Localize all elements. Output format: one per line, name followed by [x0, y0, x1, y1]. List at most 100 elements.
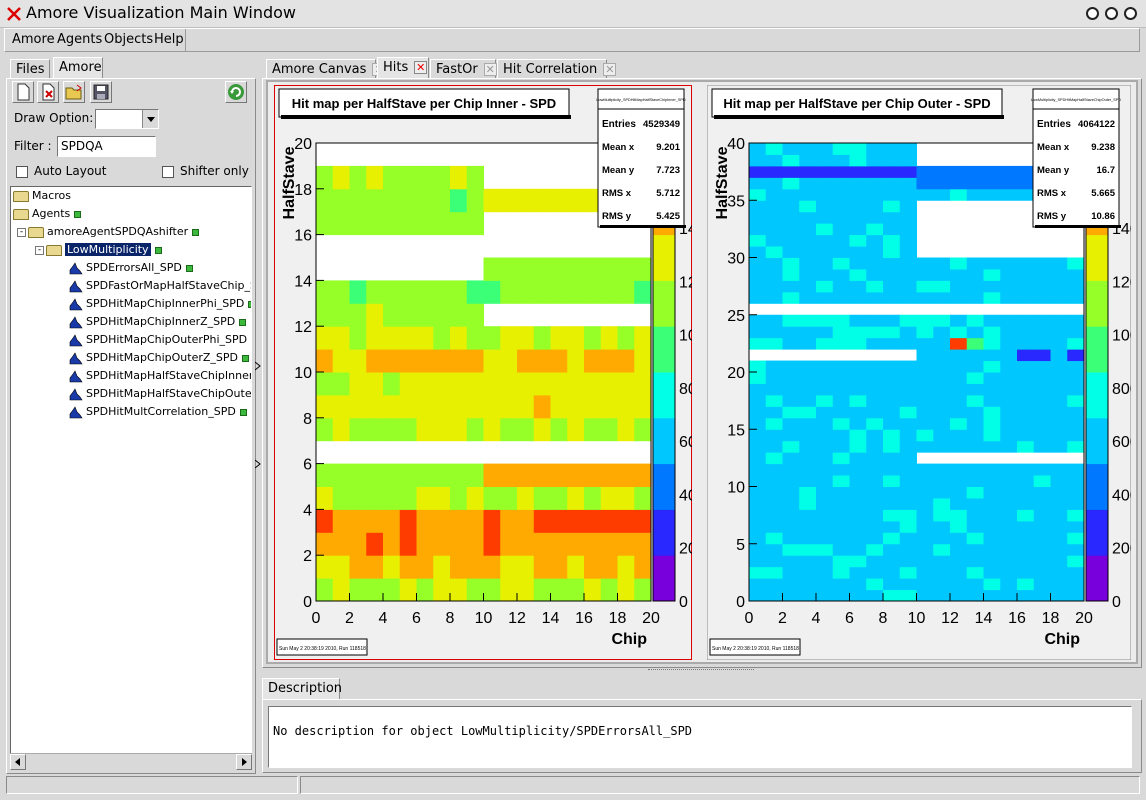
tab-hits[interactable]: Hits ✕ [377, 57, 429, 79]
tree-item[interactable]: SPDHitMapChipInnerZ_SPD [11, 313, 251, 331]
close-tab-icon[interactable]: ✕ [603, 63, 617, 76]
collapse-icon[interactable]: - [35, 245, 44, 255]
maximize-button[interactable] [1105, 7, 1118, 20]
tree-item[interactable]: SPDHitMapChipInnerPhi_SPD [11, 295, 251, 313]
scroll-left-button[interactable] [10, 754, 26, 770]
heatmap-cell [617, 326, 635, 350]
auto-layout-checkbox[interactable] [16, 166, 28, 178]
tree-item[interactable]: SPDHitMapChipOuterZ_SPD [11, 349, 251, 367]
new-button[interactable] [12, 81, 34, 103]
heatmap-cell [799, 543, 817, 556]
tree-node-agents[interactable]: Agents [11, 205, 251, 223]
tree-node-macros[interactable]: Macros [11, 187, 251, 205]
menu-amore[interactable]: Amore [12, 32, 55, 47]
tab-amore[interactable]: Amore [53, 57, 103, 79]
heatmap-cell [416, 578, 434, 602]
horizontal-splitter[interactable] [648, 669, 754, 676]
heatmap-cell [816, 566, 834, 579]
heatmap-cell [782, 291, 800, 304]
tree-item[interactable]: SPDHitMultCorrelation_SPD [11, 403, 251, 421]
draw-option-select[interactable] [95, 109, 159, 129]
heatmap-cell [950, 257, 968, 270]
heatmap-cell [983, 497, 1001, 510]
heatmap-cell [816, 280, 834, 293]
heatmap-cell [1000, 520, 1018, 533]
histogram-pad-outer[interactable]: 0 2 4 6 8 10 12 14 16 18 200510152025303540ChipHal… [707, 85, 1131, 660]
save-button[interactable] [90, 81, 112, 103]
heatmap-cell [416, 509, 434, 533]
menu-agents[interactable]: Agents [57, 32, 102, 47]
histogram-pad-inner[interactable]: 0 2 4 6 8 10 12 14 16 18 2002468101214161820ChipHa… [274, 85, 692, 660]
heatmap-cell [416, 417, 434, 442]
collapse-icon[interactable]: - [17, 227, 26, 237]
folder-icon [13, 208, 29, 220]
tree-hscrollbar[interactable] [10, 753, 252, 770]
shifter-only-checkbox[interactable] [162, 166, 174, 178]
menu-objects[interactable]: Objects [104, 32, 153, 47]
close-tab-icon[interactable]: ✕ [483, 63, 497, 76]
heatmap-cell [799, 372, 817, 384]
minimize-button[interactable] [1086, 7, 1099, 20]
heatmap-cell [1067, 360, 1085, 373]
heatmap-cell [416, 303, 434, 327]
heatmap-cell [916, 497, 934, 510]
tab-description[interactable]: Description [262, 678, 342, 700]
heatmap-cell [816, 326, 834, 339]
heatmap-cell [765, 223, 783, 236]
dropdown-button[interactable] [142, 110, 158, 128]
heatmap-cell [332, 486, 350, 510]
close-tab-icon[interactable]: ✕ [414, 61, 428, 74]
heatmap-cell [933, 486, 951, 499]
heatmap-cell [1033, 349, 1051, 362]
tree-item[interactable]: SPDFastOrMapHalfStaveChip_SP [11, 277, 251, 295]
heatmap-cell [849, 578, 867, 591]
tab-files[interactable]: Files [10, 59, 50, 79]
tab-fastor[interactable]: FastOr ✕ [430, 59, 497, 79]
heatmap-cell [933, 417, 951, 430]
heatmap-cell [866, 200, 884, 213]
heatmap-cell [916, 177, 934, 190]
tree-item[interactable]: SPDHitMapHalfStaveChipInner_SP [11, 367, 251, 385]
heatmap-cell [832, 578, 850, 591]
heatmap-cell [782, 589, 800, 602]
status-field-left [6, 776, 298, 794]
heatmap-cell [832, 257, 850, 270]
tab-hit-correlation[interactable]: Hit Correlation ✕ [497, 59, 617, 79]
tab-amore-canvas[interactable]: Amore Canvas✕ [266, 59, 386, 79]
heatmap-cell [933, 268, 951, 281]
z-tick-label: 40 [679, 487, 692, 504]
tree-item[interactable]: SPDHitMapHalfStaveChipOuter_S [11, 385, 251, 403]
heatmap-cell [749, 452, 767, 465]
heatmap-cell [533, 257, 551, 281]
close-button[interactable] [1124, 7, 1137, 20]
tree-node-folder[interactable]: - LowMultiplicity [11, 241, 251, 259]
heatmap-cell [749, 520, 767, 533]
delete-button[interactable] [37, 81, 59, 103]
scroll-right-button[interactable] [236, 754, 252, 770]
heatmap-cell [916, 417, 934, 430]
filter-input[interactable]: SPDQA [57, 136, 156, 157]
heatmap-cell [1067, 566, 1085, 579]
heatmap-cell [749, 246, 767, 258]
tree-node-agent[interactable]: - amoreAgentSPDQAshifter [11, 223, 251, 241]
heatmap-cell [1000, 360, 1018, 373]
heatmap-cell [433, 188, 451, 213]
refresh-button[interactable] [225, 81, 247, 103]
splitter-arrow-icon[interactable] [255, 360, 261, 372]
tree-item[interactable]: SPDHitMapChipOuterPhi_SPD [11, 331, 251, 349]
heatmap-cell [849, 337, 867, 350]
heatmap-cell [849, 280, 867, 293]
heatmap-cell [799, 211, 817, 224]
heatmap-cell [617, 486, 635, 510]
heatmap-cell [1000, 429, 1018, 442]
heatmap-cell [799, 486, 817, 499]
splitter-arrow-icon[interactable] [255, 458, 261, 470]
tree-item[interactable]: SPDErrorsAll_SPD [11, 259, 251, 277]
heatmap-cell [466, 578, 484, 602]
palette-step [1086, 372, 1108, 419]
heatmap-cell [816, 555, 834, 568]
menu-help[interactable]: Help [154, 32, 184, 47]
heatmap-cell [1050, 337, 1068, 350]
open-button[interactable] [63, 81, 85, 103]
heatmap-cell [765, 566, 783, 579]
